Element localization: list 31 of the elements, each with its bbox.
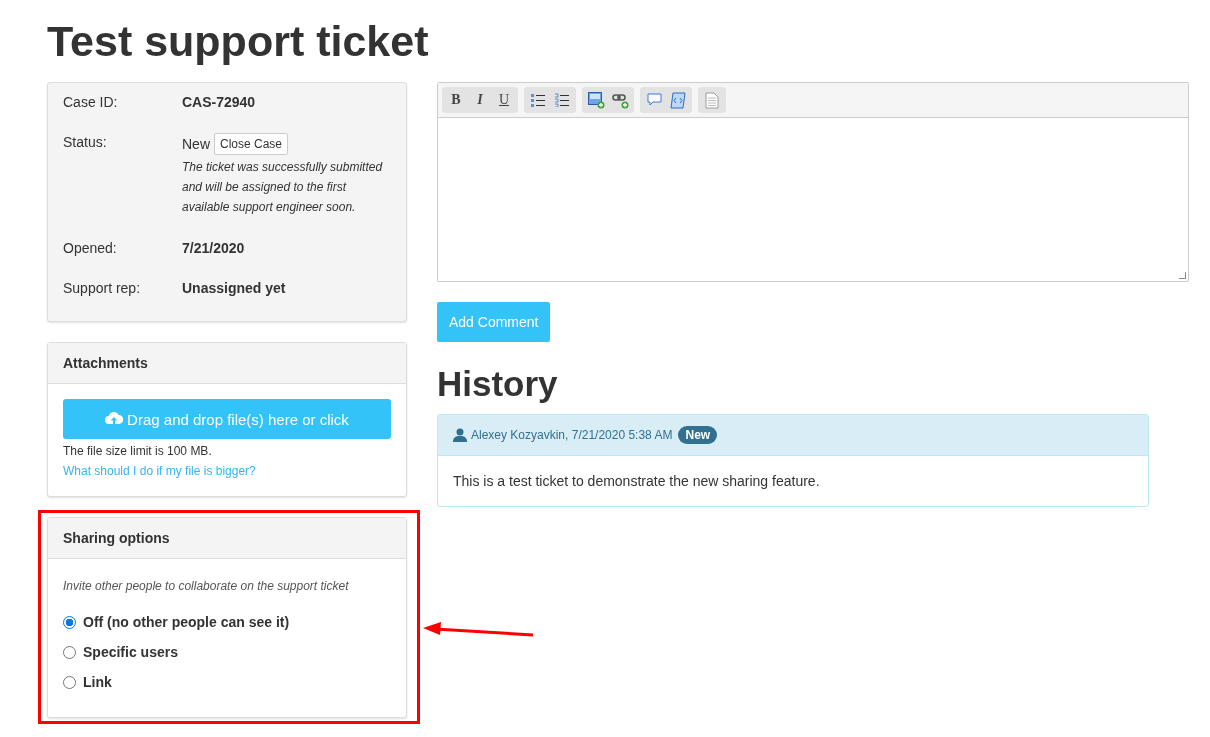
field-label: Status: — [63, 133, 108, 152]
option-label[interactable]: Link — [83, 674, 112, 690]
entry-text: This is a test ticket to demonstrate the new sharing feature. — [452, 472, 821, 491]
sharing-hint: Invite other people to collaborate on the support ticket — [63, 579, 350, 593]
card-heading: Sharing options — [48, 518, 406, 559]
field-value: CAS-72940 — [182, 94, 256, 110]
option-label[interactable]: Off (no other people can see it) — [83, 614, 290, 630]
cloud-upload-icon — [105, 411, 124, 427]
card-heading: Attachments — [48, 343, 406, 384]
field-label: Case ID: — [63, 93, 119, 111]
close-case-button[interactable]: Close Case — [214, 133, 289, 155]
resize-grip-icon[interactable] — [1179, 272, 1186, 279]
option-label[interactable]: Specific users — [83, 644, 178, 660]
field-label: Opened: — [63, 239, 118, 257]
section-heading: History — [437, 364, 559, 404]
user-icon — [453, 428, 467, 442]
entry-author: Alexey Kozyavkin, 7/21/2020 5:38 AM — [471, 428, 673, 442]
radio-button[interactable] — [63, 615, 76, 629]
radio-button[interactable] — [63, 675, 76, 689]
italic-button[interactable]: I — [468, 87, 492, 113]
field-value: Unassigned yet — [182, 280, 286, 296]
status-value: New — [182, 135, 210, 153]
status-badge: New — [678, 426, 718, 444]
file-limit-text: The file size limit is 100 MB. What should I do if my file is bigger? — [63, 443, 257, 480]
field-label: Support rep: — [63, 279, 142, 297]
page-title: Test support ticket — [47, 16, 430, 67]
radio-button[interactable] — [63, 645, 76, 659]
underline-button[interactable]: U — [492, 87, 516, 113]
bold-button[interactable]: B — [444, 87, 468, 113]
field-value: 7/21/2020 — [182, 240, 245, 256]
status-note: The ticket was successfully submitted and will be assigned to the first available support engineer soon. — [182, 159, 384, 216]
